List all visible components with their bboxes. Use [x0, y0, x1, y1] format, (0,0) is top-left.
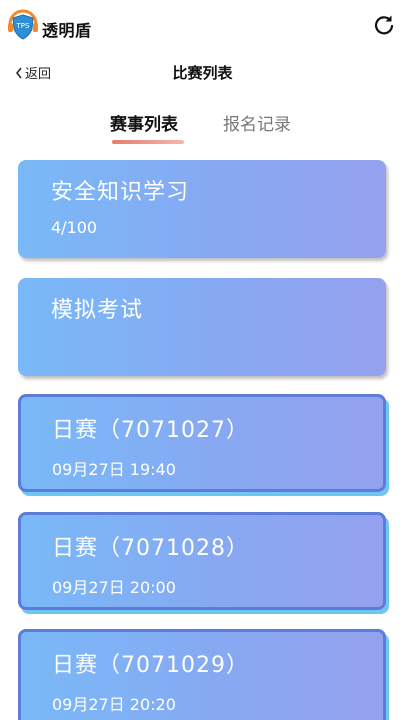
page-title: 比赛列表 [172, 64, 233, 82]
card-safety-learning[interactable]: 安全知识学习 4/100 [18, 160, 386, 258]
card-datetime: 09月27日 20:20 [52, 695, 176, 714]
card-title: 日赛（7071028） [52, 536, 249, 561]
card-mock-exam[interactable]: 模拟考试 [18, 278, 386, 376]
active-tab-indicator [112, 140, 184, 144]
card-datetime: 09月27日 19:40 [52, 460, 176, 479]
tab-bar: 赛事列表 报名记录 [0, 110, 405, 150]
app-brand: 透明盾 [42, 21, 92, 40]
card-daily-match[interactable]: 日赛（7071027） 09月27日 19:40 [18, 394, 386, 492]
nav-row: 返回 比赛列表 [0, 58, 405, 86]
top-bar: TPS 透明盾 [0, 0, 405, 52]
tab-signup-records[interactable]: 报名记录 [223, 110, 291, 135]
refresh-icon[interactable] [373, 14, 395, 36]
logo-text: TPS [16, 22, 30, 30]
card-daily-match[interactable]: 日赛（7071029） 09月27日 20:20 [18, 629, 386, 720]
card-title: 模拟考试 [51, 298, 144, 323]
tab-event-list[interactable]: 赛事列表 [110, 110, 178, 135]
card-datetime: 09月27日 20:00 [52, 578, 176, 597]
shield-logo-icon: TPS [8, 9, 38, 40]
card-title: 日赛（7071029） [52, 653, 249, 678]
card-title: 日赛（7071027） [52, 418, 249, 443]
app-screen: TPS 透明盾 返回 比赛列表 赛事列表 报名记录 安全知识学习 4/100 模… [0, 0, 405, 720]
card-title: 安全知识学习 [51, 180, 190, 205]
card-daily-match[interactable]: 日赛（7071028） 09月27日 20:00 [18, 512, 386, 610]
card-progress: 4/100 [51, 218, 98, 237]
